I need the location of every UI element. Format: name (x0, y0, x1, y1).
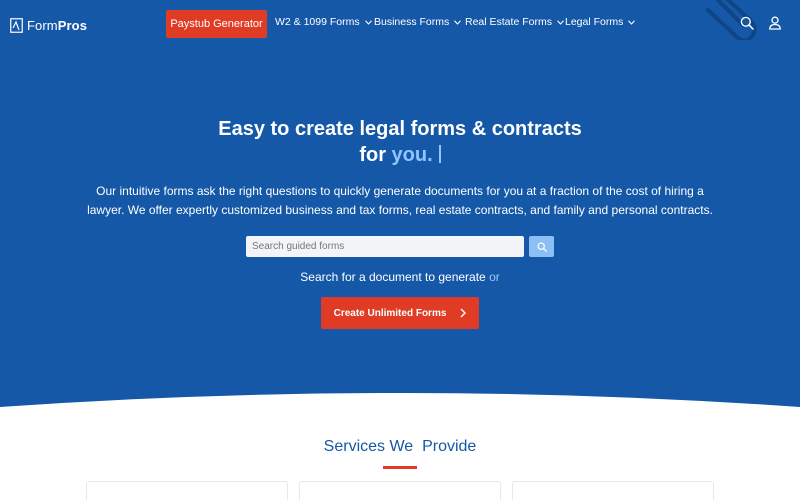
search-icon[interactable] (740, 16, 754, 30)
top-navbar: FormPros Paystub Generator W2 & 1099 For… (0, 0, 800, 48)
create-unlimited-forms-button[interactable]: Create Unlimited Forms (321, 297, 479, 329)
logo-mark-icon (10, 17, 23, 33)
cta-label: Create Unlimited Forms (333, 307, 447, 319)
nav-item-label: Business Forms (374, 16, 450, 28)
search-helper-or: or (489, 270, 500, 284)
chevron-down-icon (557, 19, 564, 25)
search-helper-label: Search for a document to generate (300, 270, 486, 284)
search-helper-text: Search for a document to generate or (0, 270, 800, 284)
hero-headline-line1: Easy to create legal forms & contracts (218, 118, 582, 140)
brand-name-part2: Pros (57, 17, 88, 33)
hero-curve (0, 393, 800, 420)
service-card[interactable] (512, 481, 714, 500)
nav-item-label: Legal Forms (565, 16, 624, 28)
hero-headline-line2: for you. (0, 142, 800, 168)
chevron-down-icon (628, 19, 636, 25)
hero-description: Our intuitive forms ask the right questi… (87, 184, 713, 217)
brand-name-part1: Form (27, 17, 58, 33)
nav-item-label: Real Estate Forms (465, 16, 552, 28)
nav-item-w2-1099-forms[interactable]: W2 & 1099 Forms (275, 16, 372, 28)
hero-headline-accent: you. (391, 144, 433, 166)
service-card[interactable] (299, 481, 501, 500)
user-icon[interactable] (768, 16, 782, 30)
brand-logo[interactable]: FormPros (10, 15, 87, 35)
services-heading: Services We Provide (323, 438, 477, 455)
hero-headline: Easy to create legal forms & contracts f… (0, 116, 800, 168)
search-input[interactable] (246, 236, 524, 257)
search-icon (536, 241, 547, 252)
chevron-down-icon (364, 19, 372, 25)
brand-name: FormPros (27, 18, 87, 33)
search-button[interactable] (529, 236, 554, 257)
nav-item-real-estate-forms[interactable]: Real Estate Forms (465, 16, 564, 28)
paystub-generator-button[interactable]: Paystub Generator (166, 10, 267, 38)
typing-caret (438, 145, 441, 163)
chevron-down-icon (454, 19, 462, 25)
chevron-right-icon (460, 308, 467, 318)
hero-headline-prefix: for (359, 144, 386, 166)
nav-item-legal-forms[interactable]: Legal Forms (565, 16, 636, 28)
nav-item-business-forms[interactable]: Business Forms (374, 16, 462, 28)
services-heading-underline (383, 466, 417, 469)
service-card[interactable] (86, 481, 288, 500)
nav-item-label: W2 & 1099 Forms (275, 16, 360, 28)
